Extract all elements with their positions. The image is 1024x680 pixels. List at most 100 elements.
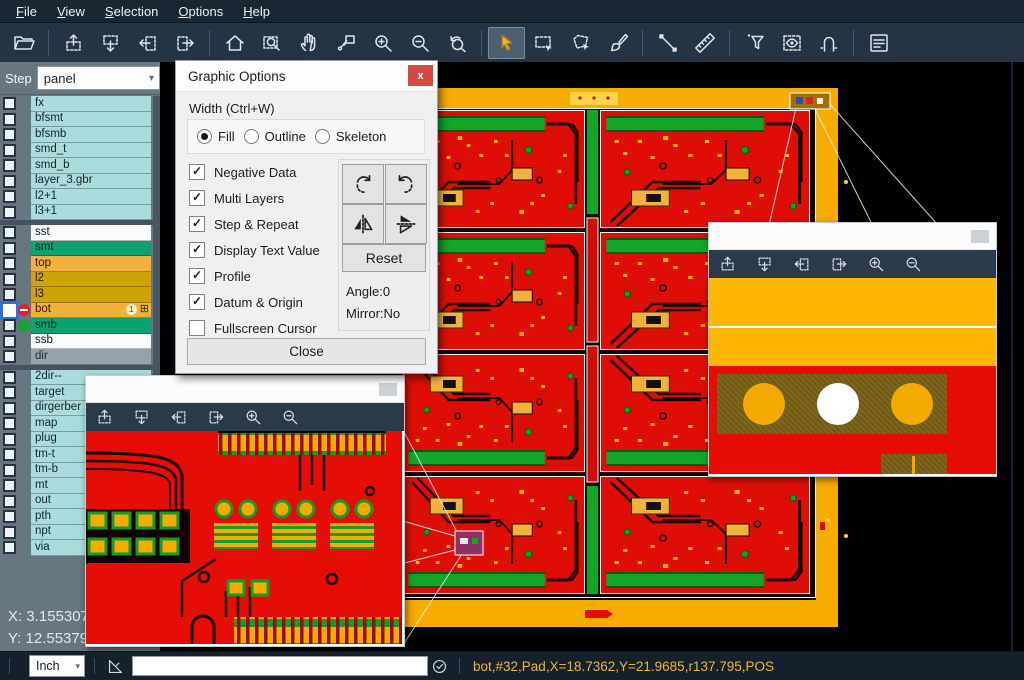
layer-row-smb[interactable]: smb (0, 318, 160, 334)
layer-visibility-checkbox[interactable] (3, 526, 16, 539)
step-select[interactable]: panel ▾ (37, 66, 160, 90)
window-button-icon[interactable] (379, 383, 397, 396)
layer-label[interactable]: bot1⊞ (31, 303, 151, 319)
radio-fill[interactable]: Fill (197, 129, 235, 144)
layer-visibility-checkbox[interactable] (3, 479, 16, 492)
window-title-bar[interactable] (709, 223, 996, 250)
layer-row-top[interactable]: top (0, 256, 160, 272)
poly-select-button[interactable] (562, 27, 599, 59)
layer-visibility-checkbox[interactable] (3, 288, 16, 301)
rotate-cw-button[interactable] (342, 164, 384, 204)
layer-label[interactable]: ssb (31, 334, 151, 350)
grid-icon[interactable]: ⊞ (140, 304, 149, 315)
menu-item-options[interactable]: Options (168, 2, 233, 21)
layer-row-l3+1[interactable]: l3+1 (0, 205, 160, 221)
layer-visibility-checkbox[interactable] (3, 190, 16, 203)
window-button-icon[interactable] (971, 230, 989, 243)
radio-circle-icon[interactable] (315, 129, 330, 144)
layer-visibility-checkbox[interactable] (3, 350, 16, 363)
layer-visibility-checkbox[interactable] (3, 335, 16, 348)
layer-row-l3[interactable]: l3 (0, 287, 160, 303)
layer-visibility-checkbox[interactable] (3, 371, 16, 384)
checkbox-box-icon[interactable]: ✓ (189, 216, 205, 232)
zoom-in-button[interactable] (242, 406, 264, 428)
send-up-button[interactable] (717, 253, 739, 275)
close-button[interactable]: Close (187, 338, 426, 365)
radio-outline[interactable]: Outline (244, 129, 306, 144)
ruler-button[interactable] (686, 27, 723, 59)
checkbox-datum-origin[interactable]: ✓Datum & Origin (189, 289, 320, 315)
zoom-out-button[interactable] (401, 27, 438, 59)
command-input[interactable] (132, 656, 428, 676)
layer-visibility-checkbox[interactable] (3, 206, 16, 219)
close-icon[interactable]: x (408, 65, 433, 86)
radio-circle-icon[interactable] (244, 129, 259, 144)
layer-label[interactable]: bfsmb (31, 127, 151, 143)
layer-label[interactable]: smt (31, 241, 151, 257)
home-view-button[interactable] (216, 27, 253, 59)
checkbox-box-icon[interactable]: ✓ (189, 268, 205, 284)
zoom-in-button[interactable] (865, 253, 887, 275)
zoom-in-button[interactable] (364, 27, 401, 59)
layer-row-bot[interactable]: bot1⊞ (0, 303, 160, 319)
radio-skeleton[interactable]: Skeleton (315, 129, 387, 144)
layer-row-l2+1[interactable]: l2+1 (0, 189, 160, 205)
zoom-out-button[interactable] (902, 253, 924, 275)
checkbox-step-repeat[interactable]: ✓Step & Repeat (189, 211, 320, 237)
unit-select[interactable]: Inch ▾ (29, 655, 85, 677)
layer-label[interactable]: smd_t (31, 143, 151, 159)
layer-visibility-checkbox[interactable] (3, 464, 16, 477)
send-left-button[interactable] (168, 406, 190, 428)
checkbox-box-icon[interactable]: ✓ (189, 164, 205, 180)
layer-row-sst[interactable]: sst (0, 225, 160, 241)
circle-check-icon[interactable] (428, 656, 450, 676)
layer-visibility-checkbox[interactable] (3, 113, 16, 126)
corner-angle-icon[interactable] (104, 656, 126, 676)
layer-visibility-checkbox[interactable] (3, 402, 16, 415)
checkbox-profile[interactable]: ✓Profile (189, 263, 320, 289)
layer-row-smd_t[interactable]: smd_t (0, 143, 160, 159)
layer-label[interactable]: fx (31, 96, 151, 112)
layer-visibility-checkbox[interactable] (3, 159, 16, 172)
measure-distance-button[interactable] (649, 27, 686, 59)
highlight-uturn-button[interactable] (810, 27, 847, 59)
layer-visibility-checkbox[interactable] (3, 128, 16, 141)
layer-visibility-checkbox[interactable] (3, 242, 16, 255)
layer-label[interactable]: layer_3.gbr (31, 174, 151, 190)
layer-visibility-checkbox[interactable] (3, 97, 16, 110)
layer-visibility-checkbox[interactable] (3, 304, 16, 317)
layer-row-l2[interactable]: l2 (0, 272, 160, 288)
layer-visibility-checkbox[interactable] (3, 273, 16, 286)
send-left-button[interactable] (129, 27, 166, 59)
layer-visibility-checkbox[interactable] (3, 257, 16, 270)
send-up-button[interactable] (94, 406, 116, 428)
layer-row-bfsmt[interactable]: bfsmt (0, 112, 160, 128)
layer-visibility-checkbox[interactable] (3, 319, 16, 332)
layer-visibility-checkbox[interactable] (3, 541, 16, 554)
layer-visibility-checkbox[interactable] (3, 433, 16, 446)
layer-row-bfsmb[interactable]: bfsmb (0, 127, 160, 143)
layer-visibility-checkbox[interactable] (3, 175, 16, 188)
rect-select-button[interactable] (525, 27, 562, 59)
pcb-detail-view[interactable] (86, 431, 404, 644)
reset-button[interactable]: Reset (342, 244, 426, 272)
pointer-select-button[interactable] (488, 27, 525, 59)
menu-item-view[interactable]: View (47, 2, 95, 21)
send-up-button[interactable] (55, 27, 92, 59)
pan-hand-button[interactable] (290, 27, 327, 59)
layer-label[interactable]: smd_b (31, 158, 151, 174)
drag-view-button[interactable] (327, 27, 364, 59)
layer-row-smd_b[interactable]: smd_b (0, 158, 160, 174)
view-options-eye-button[interactable] (773, 27, 810, 59)
send-right-button[interactable] (166, 27, 203, 59)
layer-label[interactable]: smb (31, 318, 151, 334)
checkbox-display-text-value[interactable]: ✓Display Text Value (189, 237, 320, 263)
zoom-out-button[interactable] (279, 406, 301, 428)
layer-label[interactable]: l2+1 (31, 189, 151, 205)
checkbox-box-icon[interactable]: ✓ (189, 294, 205, 310)
zoom-window-button[interactable] (253, 27, 290, 59)
menu-item-selection[interactable]: Selection (95, 2, 168, 21)
layer-label[interactable]: top (31, 256, 151, 272)
checkbox-box-icon[interactable] (189, 320, 205, 336)
layer-row-smt[interactable]: smt (0, 241, 160, 257)
